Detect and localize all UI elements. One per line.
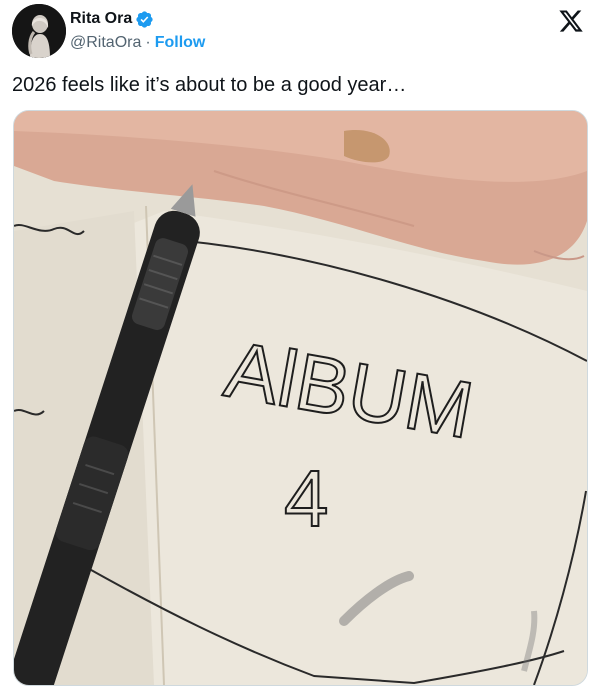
verified-badge-icon xyxy=(135,10,154,29)
display-name[interactable]: Rita Ora xyxy=(70,10,132,28)
avatar[interactable] xyxy=(12,4,66,58)
tweet-header: Rita Ora @RitaOra · Follow xyxy=(12,4,588,60)
follow-button[interactable]: Follow xyxy=(155,34,206,52)
avatar-image xyxy=(12,4,66,58)
author-handle[interactable]: @RitaOra xyxy=(70,34,141,52)
tweet-photo[interactable]: AlBUM 4 xyxy=(13,110,588,686)
handwriting-number: 4 xyxy=(284,454,329,543)
tweet-card: Rita Ora @RitaOra · Follow 2026 feels li… xyxy=(0,0,600,688)
author-info: Rita Ora @RitaOra · Follow xyxy=(70,8,205,52)
photo-notebook-album-4: AlBUM 4 xyxy=(14,111,587,685)
tweet-text: 2026 feels like it’s about to be a good … xyxy=(12,74,407,96)
x-logo-icon[interactable] xyxy=(558,8,584,34)
separator-dot: · xyxy=(145,34,151,51)
